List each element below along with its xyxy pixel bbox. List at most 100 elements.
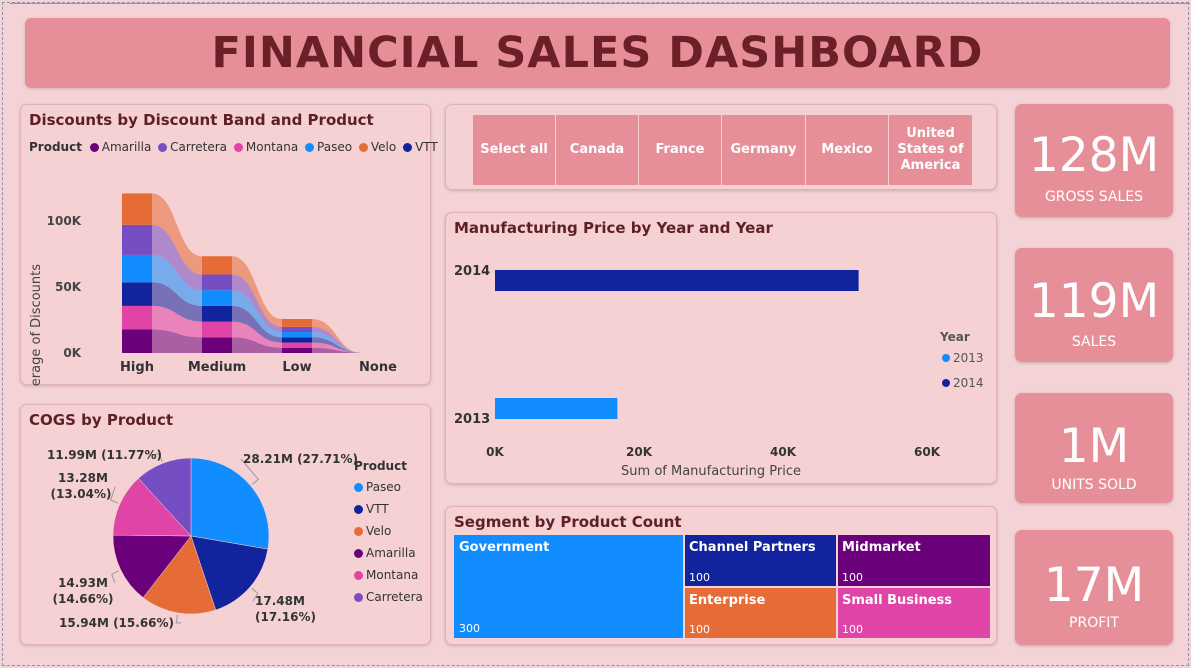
- bar-carretera-low[interactable]: [282, 326, 312, 333]
- slicer-usa[interactable]: United States of America: [889, 115, 972, 185]
- bar-velo-high[interactable]: [122, 193, 152, 225]
- segment-treemap-card[interactable]: Segment by Product Count Government 300 …: [445, 506, 997, 645]
- slicer-germany[interactable]: Germany: [722, 115, 806, 185]
- discounts-ribbon-chart[interactable]: Average of Discounts 0K 50K 100K High Me…: [21, 105, 432, 386]
- amarilla-swatch: [354, 549, 363, 558]
- pie-label-paseo: 28.21M (27.71%): [243, 452, 358, 466]
- tile-label: Government: [459, 540, 550, 555]
- discounts-chart-card[interactable]: Discounts by Discount Band and Product P…: [20, 104, 438, 386]
- x-tick-none: None: [359, 360, 397, 375]
- kpi-value: 1M: [1058, 419, 1130, 474]
- x-tick-40k: 40K: [770, 445, 797, 459]
- legend-2013-swatch: [942, 354, 950, 362]
- manufacturing-legend-title: Year: [939, 330, 970, 344]
- pie-label-vtt-value: 17.48M: [255, 594, 305, 608]
- y-tick-100k: 100K: [47, 214, 82, 228]
- kpi-label: UNITS SOLD: [1051, 477, 1137, 493]
- treemap-tile-enterprise[interactable]: Enterprise 100: [685, 588, 836, 638]
- pie-leader-velo: [175, 614, 182, 624]
- bar-vtt-medium[interactable]: [202, 305, 232, 322]
- kpi-sales[interactable]: 119M SALES: [1015, 248, 1173, 362]
- bar-paseo-low[interactable]: [282, 332, 312, 338]
- cogs-legend-paseo[interactable]: Paseo: [354, 480, 423, 494]
- pie-label-velo: 15.94M (15.66%): [59, 616, 174, 630]
- slicer-mexico[interactable]: Mexico: [806, 115, 889, 185]
- cogs-legend-amarilla[interactable]: Amarilla: [354, 546, 423, 560]
- bar-amarilla-low[interactable]: [282, 347, 312, 353]
- kpi-profit[interactable]: 17M PROFIT: [1015, 530, 1173, 645]
- pie-label-amarilla-value: 14.93M: [58, 576, 108, 590]
- cogs-legend-vtt[interactable]: VTT: [354, 502, 423, 516]
- pie-leader-amarilla: [111, 570, 120, 584]
- pie-label-montana-value: 13.28M: [58, 471, 108, 485]
- bar-paseo-high[interactable]: [122, 254, 152, 283]
- x-tick-medium: Medium: [188, 360, 246, 375]
- cogs-legend: Product Paseo VTT Velo Amarilla Montana …: [354, 459, 423, 604]
- tile-count: 100: [689, 571, 710, 584]
- tile-count: 100: [842, 623, 863, 636]
- cogs-legend-montana[interactable]: Montana: [354, 568, 423, 582]
- pie-label-vtt-pct: (17.16%): [255, 610, 316, 624]
- treemap-tile-government[interactable]: Government 300: [454, 535, 683, 638]
- discounts-y-axis-label: Average of Discounts: [29, 264, 44, 386]
- pie-label-amarilla-pct: (14.66%): [53, 592, 114, 606]
- bar-montana-medium[interactable]: [202, 321, 232, 338]
- bar-carretera-medium[interactable]: [202, 274, 232, 291]
- treemap-tile-small-business[interactable]: Small Business 100: [838, 588, 990, 638]
- segment-chart-title: Segment by Product Count: [454, 513, 682, 531]
- y-tick-50k: 50K: [55, 280, 82, 294]
- slicer-france[interactable]: France: [639, 115, 722, 185]
- manufacturing-chart-card[interactable]: Manufacturing Price by Year and Year 201…: [445, 212, 997, 484]
- slicer-canada[interactable]: Canada: [556, 115, 639, 185]
- manufacturing-bar-chart[interactable]: 2014 2013 0K 20K 40K 60K Sum of Manufact…: [446, 213, 998, 485]
- tile-count: 300: [459, 622, 480, 635]
- kpi-value: 17M: [1043, 558, 1145, 613]
- kpi-label: GROSS SALES: [1044, 189, 1144, 205]
- cogs-legend-carretera[interactable]: Carretera: [354, 590, 423, 604]
- y-tick-2014: 2014: [454, 264, 490, 279]
- manufacturing-x-axis-label: Sum of Manufacturing Price: [621, 464, 801, 479]
- bar-montana-high[interactable]: [122, 305, 152, 330]
- slicer-select-all[interactable]: Select all: [473, 115, 556, 185]
- x-tick-0k: 0K: [486, 445, 504, 459]
- treemap-tile-midmarket[interactable]: Midmarket 100: [838, 535, 990, 586]
- bar-carretera-high[interactable]: [122, 224, 152, 255]
- bar-2014[interactable]: [495, 270, 859, 291]
- bar-vtt-high[interactable]: [122, 282, 152, 306]
- x-tick-20k: 20K: [626, 445, 653, 459]
- x-tick-60k: 60K: [914, 445, 941, 459]
- legend-2013[interactable]: 2013: [953, 351, 984, 365]
- bar-amarilla-medium[interactable]: [202, 337, 232, 353]
- pie-slice-paseo[interactable]: [190, 457, 270, 550]
- bar-paseo-medium[interactable]: [202, 290, 232, 306]
- montana-swatch: [354, 571, 363, 580]
- tile-count: 100: [689, 623, 710, 636]
- tile-label: Enterprise: [689, 593, 766, 608]
- treemap-tile-channel-partners[interactable]: Channel Partners 100: [685, 535, 836, 586]
- y-tick-2013: 2013: [454, 412, 490, 427]
- page-title: FINANCIAL SALES DASHBOARD: [211, 28, 984, 78]
- tile-label: Midmarket: [842, 540, 921, 555]
- bar-2013[interactable]: [495, 398, 618, 419]
- title-banner: FINANCIAL SALES DASHBOARD: [25, 18, 1170, 88]
- vtt-swatch: [354, 505, 363, 514]
- cogs-chart-card[interactable]: COGS by Product 28.21M (27.71%) 17.48M (…: [20, 404, 431, 645]
- velo-swatch: [354, 527, 363, 536]
- bar-velo-medium[interactable]: [202, 256, 232, 275]
- kpi-value: 128M: [1028, 128, 1160, 183]
- bar-vtt-low[interactable]: [282, 337, 312, 343]
- legend-2014[interactable]: 2014: [953, 376, 984, 390]
- bar-velo-low[interactable]: [282, 319, 312, 327]
- tile-count: 100: [842, 571, 863, 584]
- kpi-units-sold[interactable]: 1M UNITS SOLD: [1015, 393, 1173, 503]
- cogs-legend-velo[interactable]: Velo: [354, 524, 423, 538]
- kpi-label: PROFIT: [1069, 615, 1119, 631]
- pie-label-montana-pct: (13.04%): [51, 487, 112, 501]
- bar-amarilla-high[interactable]: [122, 329, 152, 353]
- x-tick-high: High: [120, 360, 154, 375]
- bar-montana-low[interactable]: [282, 342, 312, 348]
- x-tick-low: Low: [282, 360, 311, 375]
- kpi-gross-sales[interactable]: 128M GROSS SALES: [1015, 104, 1173, 217]
- country-slicer-card: Select all Canada France Germany Mexico …: [445, 104, 997, 190]
- y-tick-0k: 0K: [63, 346, 81, 360]
